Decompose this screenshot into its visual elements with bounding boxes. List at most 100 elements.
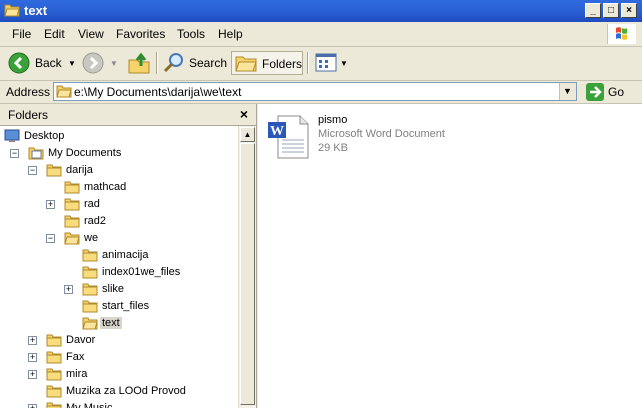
- back-dropdown-icon[interactable]: ▼: [68, 59, 76, 68]
- expand-icon[interactable]: +: [64, 285, 73, 294]
- tree-node-label: slike: [102, 283, 125, 295]
- tree-node-label: text: [100, 317, 122, 329]
- folder-icon: [82, 300, 98, 313]
- menu-favorites[interactable]: Favorites: [116, 27, 165, 41]
- file-list-pane: W pismo Microsoft Word Document 29 KB: [258, 104, 642, 408]
- views-dropdown-icon: ▼: [340, 59, 348, 68]
- scroll-up-icon[interactable]: ▲: [240, 127, 255, 142]
- tree-node-mathcad[interactable]: mathcad: [64, 179, 232, 196]
- collapse-icon[interactable]: −: [28, 166, 37, 175]
- minimize-button[interactable]: _: [585, 3, 601, 18]
- tree-node-my-music[interactable]: + My Music: [28, 400, 232, 408]
- tree-node-label: Desktop: [24, 130, 65, 142]
- tree-node-desktop[interactable]: Desktop: [4, 128, 232, 145]
- tree-node-my-documents[interactable]: − My Documents: [10, 145, 232, 162]
- tree-node-davor[interactable]: + Davor: [28, 332, 232, 349]
- expand-icon[interactable]: +: [46, 200, 55, 209]
- go-button[interactable]: Go: [584, 82, 638, 102]
- address-dropdown-button[interactable]: ▼: [559, 83, 576, 100]
- tree-node-label: index01we_files: [102, 266, 181, 278]
- folders-pane-header: Folders ×: [0, 104, 256, 126]
- tree-node-label: mathcad: [84, 181, 127, 193]
- collapse-icon[interactable]: −: [10, 149, 19, 158]
- address-path: e:\My Documents\darija\we\text: [74, 85, 242, 99]
- toolbar: Back ▼ ▼ Search Folders ▼: [0, 47, 642, 81]
- expand-icon[interactable]: +: [28, 404, 37, 408]
- menu-file[interactable]: File: [12, 27, 31, 41]
- folder-icon: [64, 215, 80, 228]
- tree-node-label: Fax: [66, 351, 85, 363]
- tree-node-rad2[interactable]: rad2: [64, 213, 232, 230]
- folder-icon: [46, 334, 62, 347]
- window-title: text: [24, 3, 48, 18]
- tree-node-label: mira: [66, 368, 88, 380]
- tree-node-we[interactable]: − we: [46, 230, 232, 247]
- up-folder-icon: [128, 52, 150, 74]
- address-input[interactable]: e:\My Documents\darija\we\text ▼: [53, 82, 577, 101]
- tree-node-label: animacija: [102, 249, 149, 261]
- tree-node-text[interactable]: text: [82, 315, 232, 332]
- tree-node-start-files[interactable]: start_files: [82, 298, 232, 315]
- title-bar: text _ □ ×: [0, 0, 642, 22]
- forward-dropdown-icon[interactable]: ▼: [110, 59, 118, 68]
- folder-icon: [64, 198, 80, 211]
- tree-node-darija[interactable]: − darija: [28, 162, 232, 179]
- folders-pane: Folders × Desktop − My Documents − darija mat…: [0, 104, 257, 408]
- expand-icon[interactable]: +: [28, 353, 37, 362]
- close-button[interactable]: ×: [621, 3, 637, 18]
- up-folder-button[interactable]: [126, 51, 152, 75]
- folder-icon: [82, 266, 98, 279]
- file-size: 29 KB: [318, 142, 348, 154]
- maximize-button[interactable]: □: [603, 3, 619, 18]
- tree-node-label: start_files: [102, 300, 150, 312]
- forward-button[interactable]: [80, 51, 110, 75]
- menu-tools[interactable]: Tools: [177, 27, 205, 41]
- tree-node-fax[interactable]: + Fax: [28, 349, 232, 366]
- toolbar-separator: [307, 52, 309, 74]
- tree-node-label: rad2: [84, 215, 107, 227]
- go-arrow-icon: [586, 83, 604, 101]
- expand-icon[interactable]: +: [28, 336, 37, 345]
- folders-button[interactable]: Folders: [231, 51, 303, 75]
- file-item[interactable]: W pismo Microsoft Word Document 29 KB: [266, 112, 466, 164]
- tree-node-mira[interactable]: + mira: [28, 366, 232, 383]
- windows-logo-icon: [607, 24, 636, 44]
- back-arrow-icon: [8, 52, 30, 74]
- tree-node-label: rad: [84, 198, 100, 210]
- close-pane-icon[interactable]: ×: [240, 106, 248, 122]
- toolbar-separator: [156, 52, 158, 74]
- tree-node-label: darija: [66, 164, 93, 176]
- tree-node-index01we-files[interactable]: index01we_files: [82, 264, 232, 281]
- expand-icon[interactable]: +: [28, 370, 37, 379]
- views-button[interactable]: ▼: [313, 51, 349, 75]
- tree-node-label: My Music: [66, 402, 113, 408]
- tree-node-label: My Documents: [48, 147, 122, 159]
- scroll-thumb[interactable]: [240, 143, 255, 405]
- folder-icon: [46, 164, 62, 177]
- folder-tree-scrollbar[interactable]: ▲: [238, 126, 256, 408]
- tree-node-slike[interactable]: + slike: [64, 281, 232, 298]
- menu-view[interactable]: View: [78, 27, 104, 41]
- menu-help[interactable]: Help: [218, 27, 243, 41]
- folder-icon: [82, 283, 98, 296]
- address-label: Address: [6, 85, 51, 99]
- collapse-icon[interactable]: −: [46, 234, 55, 243]
- desktop-icon: [4, 129, 20, 142]
- menu-edit[interactable]: Edit: [44, 27, 65, 41]
- tree-node-label: we: [84, 232, 99, 244]
- folder-open-icon: [4, 4, 20, 17]
- my-documents-icon: [28, 147, 44, 160]
- folder-icon: [46, 385, 62, 398]
- folder-icon: [46, 368, 62, 381]
- folder-icon: [64, 181, 80, 194]
- address-bar: Address e:\My Documents\darija\we\text ▼…: [0, 81, 642, 104]
- folders-pane-title: Folders: [8, 108, 49, 122]
- back-button[interactable]: Back: [6, 51, 64, 75]
- search-button[interactable]: Search: [162, 51, 227, 75]
- file-name: pismo: [318, 114, 348, 126]
- tree-node-muzika-za-lood-provod[interactable]: Muzika za LOOd Provod: [46, 383, 232, 400]
- tree-node-rad[interactable]: + rad: [46, 196, 232, 213]
- search-icon: [163, 53, 183, 73]
- svg-text:W: W: [270, 124, 284, 139]
- tree-node-animacija[interactable]: animacija: [82, 247, 232, 264]
